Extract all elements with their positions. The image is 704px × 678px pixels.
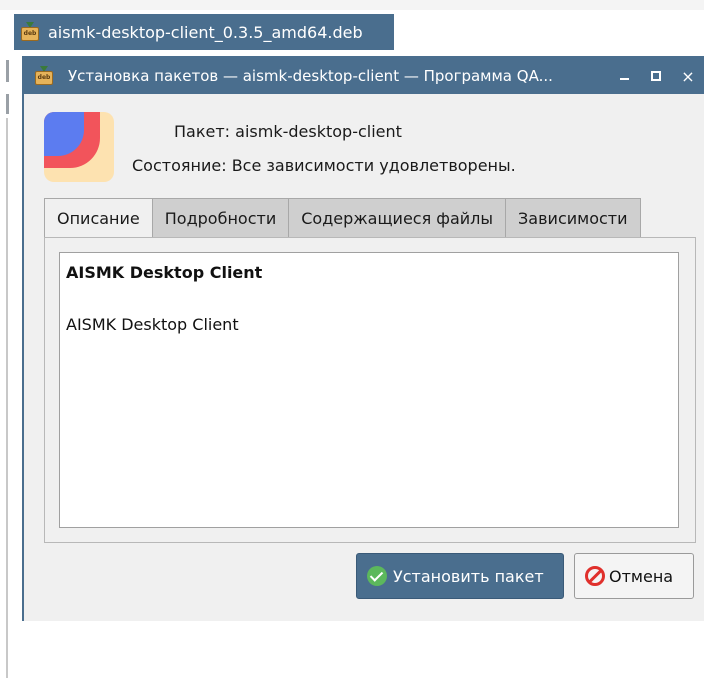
tab-panel-description: AISMK Desktop Client AISMK Desktop Clien…	[44, 237, 696, 543]
maximize-icon	[651, 71, 661, 81]
deb-package-icon: deb	[20, 22, 40, 42]
status-label: Состояние:	[132, 156, 227, 175]
tab-description[interactable]: Описание	[44, 198, 153, 238]
status-row: Состояние: Все зависимости удовлетворены…	[132, 156, 516, 175]
package-name: aismk-desktop-client	[235, 122, 402, 141]
file-item-selected[interactable]: deb aismk-desktop-client_0.3.5_amd64.deb	[14, 14, 394, 50]
cancel-icon	[585, 566, 605, 586]
package-installer-window: deb Установка пакетов — aismk-desktop-cl…	[22, 56, 704, 621]
package-header: Пакет: aismk-desktop-client Состояние: В…	[44, 112, 684, 192]
status-value: Все зависимости удовлетворены.	[231, 156, 516, 175]
description-body: AISMK Desktop Client	[66, 315, 239, 334]
close-icon: ×	[681, 66, 695, 86]
tab-bar: Описание Подробности Содержащиеся файлы …	[44, 198, 641, 238]
minimize-icon	[619, 78, 629, 80]
tab-dependencies[interactable]: Зависимости	[506, 198, 641, 238]
file-name: aismk-desktop-client_0.3.5_amd64.deb	[48, 22, 363, 42]
top-strip	[0, 0, 704, 10]
install-package-button[interactable]: Установить пакет	[356, 553, 564, 599]
package-label: Пакет:	[174, 122, 231, 141]
app-icon	[44, 112, 114, 182]
window-title: Установка пакетов — aismk-desktop-client…	[68, 67, 553, 85]
dialog-buttons: Установить пакет Отмена	[356, 553, 694, 601]
install-button-label: Установить пакет	[393, 566, 544, 586]
background-window-edge	[6, 60, 10, 678]
tab-included-files[interactable]: Содержащиеся файлы	[289, 198, 507, 238]
description-text-area[interactable]: AISMK Desktop Client AISMK Desktop Clien…	[59, 252, 679, 528]
description-title: AISMK Desktop Client	[66, 263, 263, 282]
package-row: Пакет: aismk-desktop-client	[174, 122, 402, 141]
deb-package-icon: deb	[34, 66, 54, 86]
check-icon	[367, 566, 387, 586]
cancel-button[interactable]: Отмена	[574, 553, 694, 599]
cancel-button-label: Отмена	[609, 566, 674, 586]
close-button[interactable]: ×	[672, 58, 704, 94]
minimize-button[interactable]	[608, 58, 640, 94]
tab-details[interactable]: Подробности	[152, 198, 290, 238]
window-titlebar[interactable]: deb Установка пакетов — aismk-desktop-cl…	[24, 58, 704, 94]
maximize-button[interactable]	[640, 58, 672, 94]
